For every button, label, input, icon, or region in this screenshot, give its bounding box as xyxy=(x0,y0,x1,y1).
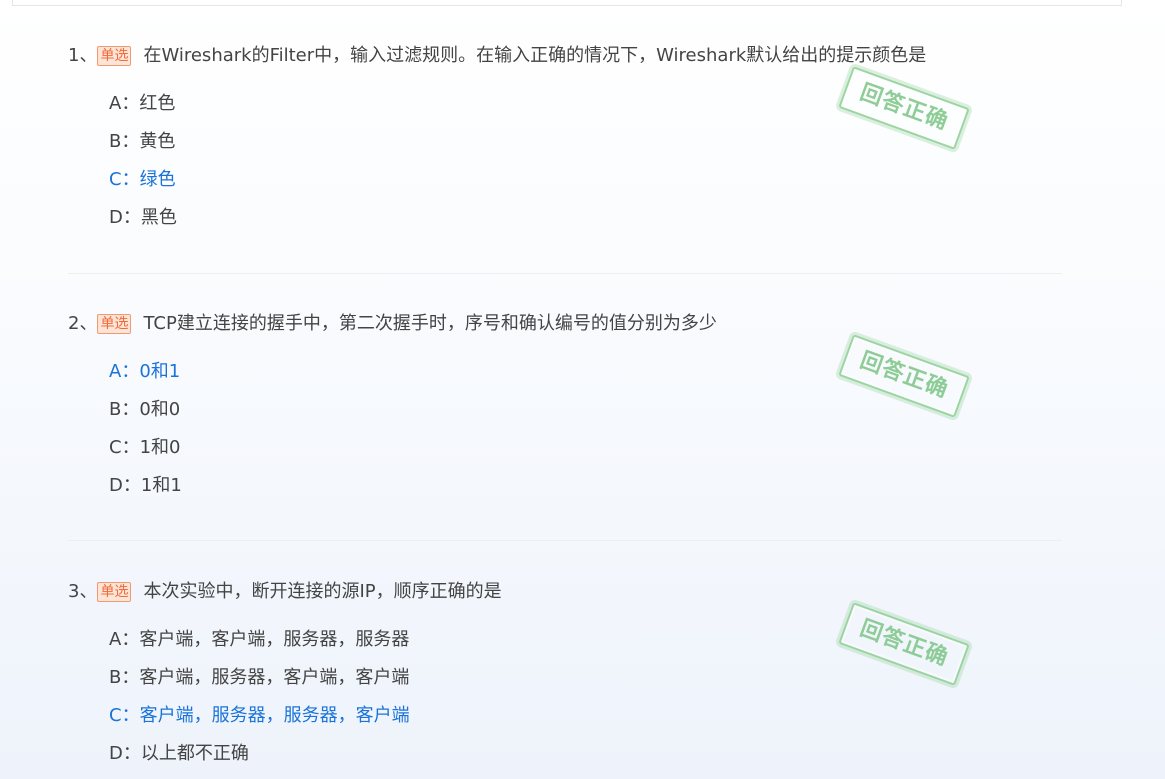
option-text: 红色 xyxy=(139,93,176,114)
option-d[interactable]: D：1和1 xyxy=(109,474,182,498)
option-text: 0和0 xyxy=(139,399,181,420)
question-header: 2、 单选 TCP建立连接的握手中，第二次握手时，序号和确认编号的值分别为多少 xyxy=(68,312,717,336)
option-c[interactable]: C：1和0 xyxy=(109,436,180,460)
option-a-selected[interactable]: A：0和1 xyxy=(109,360,180,384)
option-label: B： xyxy=(109,131,140,152)
single-choice-badge: 单选 xyxy=(97,46,132,66)
question-header: 3、 单选 本次实验中，断开连接的源IP，顺序正确的是 xyxy=(68,580,502,604)
option-label: A： xyxy=(109,93,140,114)
option-text: 以上都不正确 xyxy=(140,743,249,764)
option-c-selected[interactable]: C：客户端，服务器，服务器，客户端 xyxy=(109,704,410,728)
option-label: A： xyxy=(109,629,140,650)
option-b[interactable]: B：客户端，服务器，客户端，客户端 xyxy=(109,666,409,690)
stamp-text: 回答正确 xyxy=(856,616,952,672)
question-text: TCP建立连接的握手中，第二次握手时，序号和确认编号的值分别为多少 xyxy=(143,313,717,334)
option-label: D： xyxy=(109,207,141,228)
single-choice-badge: 单选 xyxy=(97,314,132,334)
question-text: 在Wireshark的Filter中，输入过滤规则。在输入正确的情况下，Wire… xyxy=(143,45,927,66)
correct-answer-stamp: 回答正确 xyxy=(838,602,970,686)
option-text: 客户端，服务器，客户端，客户端 xyxy=(139,667,410,688)
question-header: 1、 单选 在Wireshark的Filter中，输入过滤规则。在输入正确的情况… xyxy=(68,44,926,68)
option-label: B： xyxy=(109,399,140,420)
question-number: 1、 xyxy=(68,45,98,66)
option-text: 1和1 xyxy=(140,475,182,496)
option-label: D： xyxy=(109,475,141,496)
option-text: 1和0 xyxy=(139,437,181,458)
question-text: 本次实验中，断开连接的源IP，顺序正确的是 xyxy=(143,581,502,602)
single-choice-badge: 单选 xyxy=(97,582,132,602)
question-divider xyxy=(68,273,1062,274)
question-divider xyxy=(68,540,1062,541)
correct-answer-stamp: 回答正确 xyxy=(838,334,970,418)
option-a[interactable]: A：红色 xyxy=(109,92,175,116)
option-label: A： xyxy=(109,361,140,382)
option-text: 绿色 xyxy=(139,169,176,190)
option-d[interactable]: D：以上都不正确 xyxy=(109,742,249,766)
stamp-text: 回答正确 xyxy=(856,80,952,136)
option-d[interactable]: D：黑色 xyxy=(109,206,177,230)
top-panel-edge xyxy=(12,0,1122,6)
option-b[interactable]: B：黄色 xyxy=(109,130,175,154)
option-c-selected[interactable]: C：绿色 xyxy=(109,168,176,192)
question-number: 3、 xyxy=(68,581,98,602)
option-text: 0和1 xyxy=(139,361,181,382)
option-label: D： xyxy=(109,743,141,764)
option-text: 客户端，客户端，服务器，服务器 xyxy=(139,629,410,650)
option-b[interactable]: B：0和0 xyxy=(109,398,180,422)
option-label: C： xyxy=(109,437,140,458)
question-number: 2、 xyxy=(68,313,98,334)
stamp-text: 回答正确 xyxy=(856,348,952,404)
option-label: B： xyxy=(109,667,140,688)
option-a[interactable]: A：客户端，客户端，服务器，服务器 xyxy=(109,628,409,652)
option-text: 黄色 xyxy=(139,131,176,152)
option-text: 客户端，服务器，服务器，客户端 xyxy=(139,705,410,726)
option-text: 黑色 xyxy=(140,207,177,228)
option-label: C： xyxy=(109,705,140,726)
option-label: C： xyxy=(109,169,140,190)
correct-answer-stamp: 回答正确 xyxy=(838,66,970,150)
